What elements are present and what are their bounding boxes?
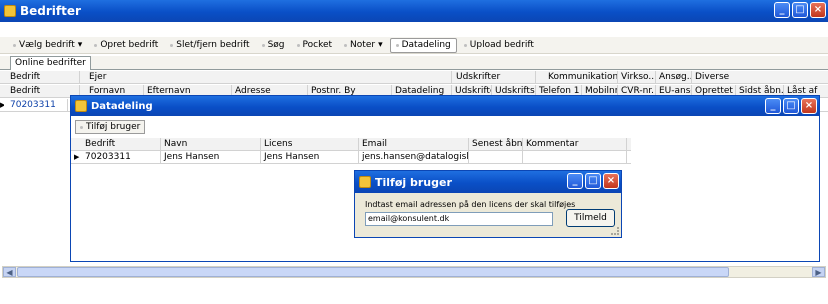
header-virksomhed[interactable]: Virkso... bbox=[618, 71, 656, 84]
toolbar-item-vaelg-bedrift[interactable]: Vælg bedrift ▾ bbox=[8, 38, 87, 53]
bullet-icon bbox=[463, 43, 467, 47]
app-logo-icon bbox=[4, 5, 16, 17]
row-licens[interactable]: Jens Hansen bbox=[261, 151, 359, 164]
minimize-icon[interactable]: _ bbox=[765, 98, 781, 114]
datadeling-grid: Bedrift Navn Licens Email Senest åbnet K… bbox=[71, 138, 631, 164]
col-navn[interactable]: Navn bbox=[161, 138, 261, 151]
row-navn[interactable]: Jens Hansen bbox=[161, 151, 261, 164]
bullet-icon bbox=[170, 43, 174, 47]
horizontal-scrollbar[interactable]: ◀ ▶ bbox=[2, 266, 826, 278]
bullet-icon bbox=[261, 43, 265, 47]
instruction-label: Indtast email adressen på den licens der… bbox=[365, 200, 576, 209]
datadeling-header-row: Bedrift Navn Licens Email Senest åbnet K… bbox=[71, 138, 631, 151]
col-bedrift[interactable]: Bedrift bbox=[71, 138, 161, 151]
toolbar-item-opret-bedrift[interactable]: Opret bedrift bbox=[89, 38, 163, 53]
maximize-icon[interactable]: □ bbox=[585, 173, 601, 189]
header-ejer[interactable]: Ejer bbox=[80, 71, 452, 84]
tilfoej-bruger-title: Tilføj bruger bbox=[375, 175, 452, 189]
tilmeld-button[interactable]: Tilmeld bbox=[566, 209, 615, 227]
app-logo-icon bbox=[359, 176, 371, 188]
main-title-bar[interactable]: Bedrifter _ □ × bbox=[0, 0, 828, 22]
scrollbar-thumb[interactable] bbox=[17, 267, 729, 277]
chevron-down-icon: ▾ bbox=[378, 40, 383, 50]
main-window-title: Bedrifter bbox=[20, 4, 81, 18]
bullet-icon bbox=[80, 125, 83, 129]
header-ansoeg[interactable]: Ansøg... bbox=[656, 71, 692, 84]
email-field[interactable]: email@konsulent.dk bbox=[365, 212, 553, 226]
col-bedrift[interactable]: Bedrift bbox=[0, 85, 80, 98]
row-pointer-icon: ▶ bbox=[0, 101, 4, 109]
bullet-icon bbox=[94, 43, 98, 47]
col-kommentar[interactable]: Kommentar bbox=[523, 138, 627, 151]
datadeling-title-bar[interactable]: Datadeling _ □ × bbox=[71, 96, 819, 116]
scroll-right-icon[interactable]: ▶ bbox=[812, 267, 825, 277]
maximize-icon[interactable]: □ bbox=[792, 2, 808, 18]
tilfoej-bruger-title-bar[interactable]: Tilføj bruger _ □ × bbox=[355, 171, 621, 193]
main-toolbar: Vælg bedrift ▾ Opret bedrift Slet/fjern b… bbox=[0, 37, 828, 54]
close-icon[interactable]: × bbox=[603, 173, 619, 189]
row-bedrift[interactable]: 70203311 bbox=[83, 151, 161, 164]
bullet-icon bbox=[395, 43, 399, 47]
scroll-left-icon[interactable]: ◀ bbox=[3, 267, 16, 277]
row-senest-aabnet[interactable] bbox=[469, 151, 523, 164]
tilfoej-bruger-dialog: Tilføj bruger _ □ × Indtast email adress… bbox=[354, 170, 622, 238]
header-bedrift-group[interactable]: Bedrift bbox=[0, 71, 80, 84]
toolbar-item-noter[interactable]: Noter ▾ bbox=[339, 38, 388, 53]
row-pointer-icon: ▶ bbox=[74, 153, 80, 161]
header-kommunikation[interactable]: Kommunikation bbox=[536, 71, 618, 84]
toolbar-item-datadeling[interactable]: Datadeling bbox=[389, 37, 457, 53]
tab-online-bedrifter[interactable]: Online bedrifter bbox=[10, 56, 91, 70]
resize-grip-icon[interactable] bbox=[611, 227, 619, 235]
row-email[interactable]: jens.hansen@datalogisk.dk bbox=[359, 151, 469, 164]
minimize-icon[interactable]: _ bbox=[774, 2, 790, 18]
chevron-down-icon: ▾ bbox=[77, 40, 83, 50]
group-header-row: Bedrift Ejer Udskrifter Kommunikation Vi… bbox=[0, 71, 828, 84]
table-row[interactable]: ▶ 70203311 Jens Hansen Jens Hansen jens.… bbox=[71, 151, 631, 164]
toolbar-item-upload-bedrift[interactable]: Upload bedrift bbox=[459, 38, 539, 53]
toolbar-item-soeg[interactable]: Søg bbox=[257, 38, 290, 53]
header-udskrifter[interactable]: Udskrifter bbox=[452, 71, 536, 84]
row-bedrift-value[interactable]: 70203311 bbox=[8, 99, 68, 112]
col-licens[interactable]: Licens bbox=[261, 138, 359, 151]
tilfoej-bruger-button[interactable]: Tilføj bruger bbox=[75, 120, 146, 134]
toolbar-item-pocket[interactable]: Pocket bbox=[292, 38, 338, 53]
col-senest-aabnet[interactable]: Senest åbnet bbox=[469, 138, 523, 151]
header-diverse[interactable]: Diverse bbox=[692, 71, 828, 84]
app-logo-icon bbox=[75, 100, 87, 112]
col-email[interactable]: Email bbox=[359, 138, 469, 151]
bullet-icon bbox=[13, 43, 16, 47]
close-icon[interactable]: × bbox=[801, 98, 817, 114]
minimize-icon[interactable]: _ bbox=[567, 173, 583, 189]
datadeling-title: Datadeling bbox=[91, 100, 153, 112]
toolbar-item-slet-bedrift[interactable]: Slet/fjern bedrift bbox=[165, 38, 254, 53]
bullet-icon bbox=[344, 43, 348, 47]
close-icon[interactable]: × bbox=[810, 2, 826, 18]
tab-bar: Online bedrifter bbox=[0, 56, 828, 70]
maximize-icon[interactable]: □ bbox=[783, 98, 799, 114]
row-kommentar[interactable] bbox=[523, 151, 627, 164]
bullet-icon bbox=[296, 43, 300, 47]
